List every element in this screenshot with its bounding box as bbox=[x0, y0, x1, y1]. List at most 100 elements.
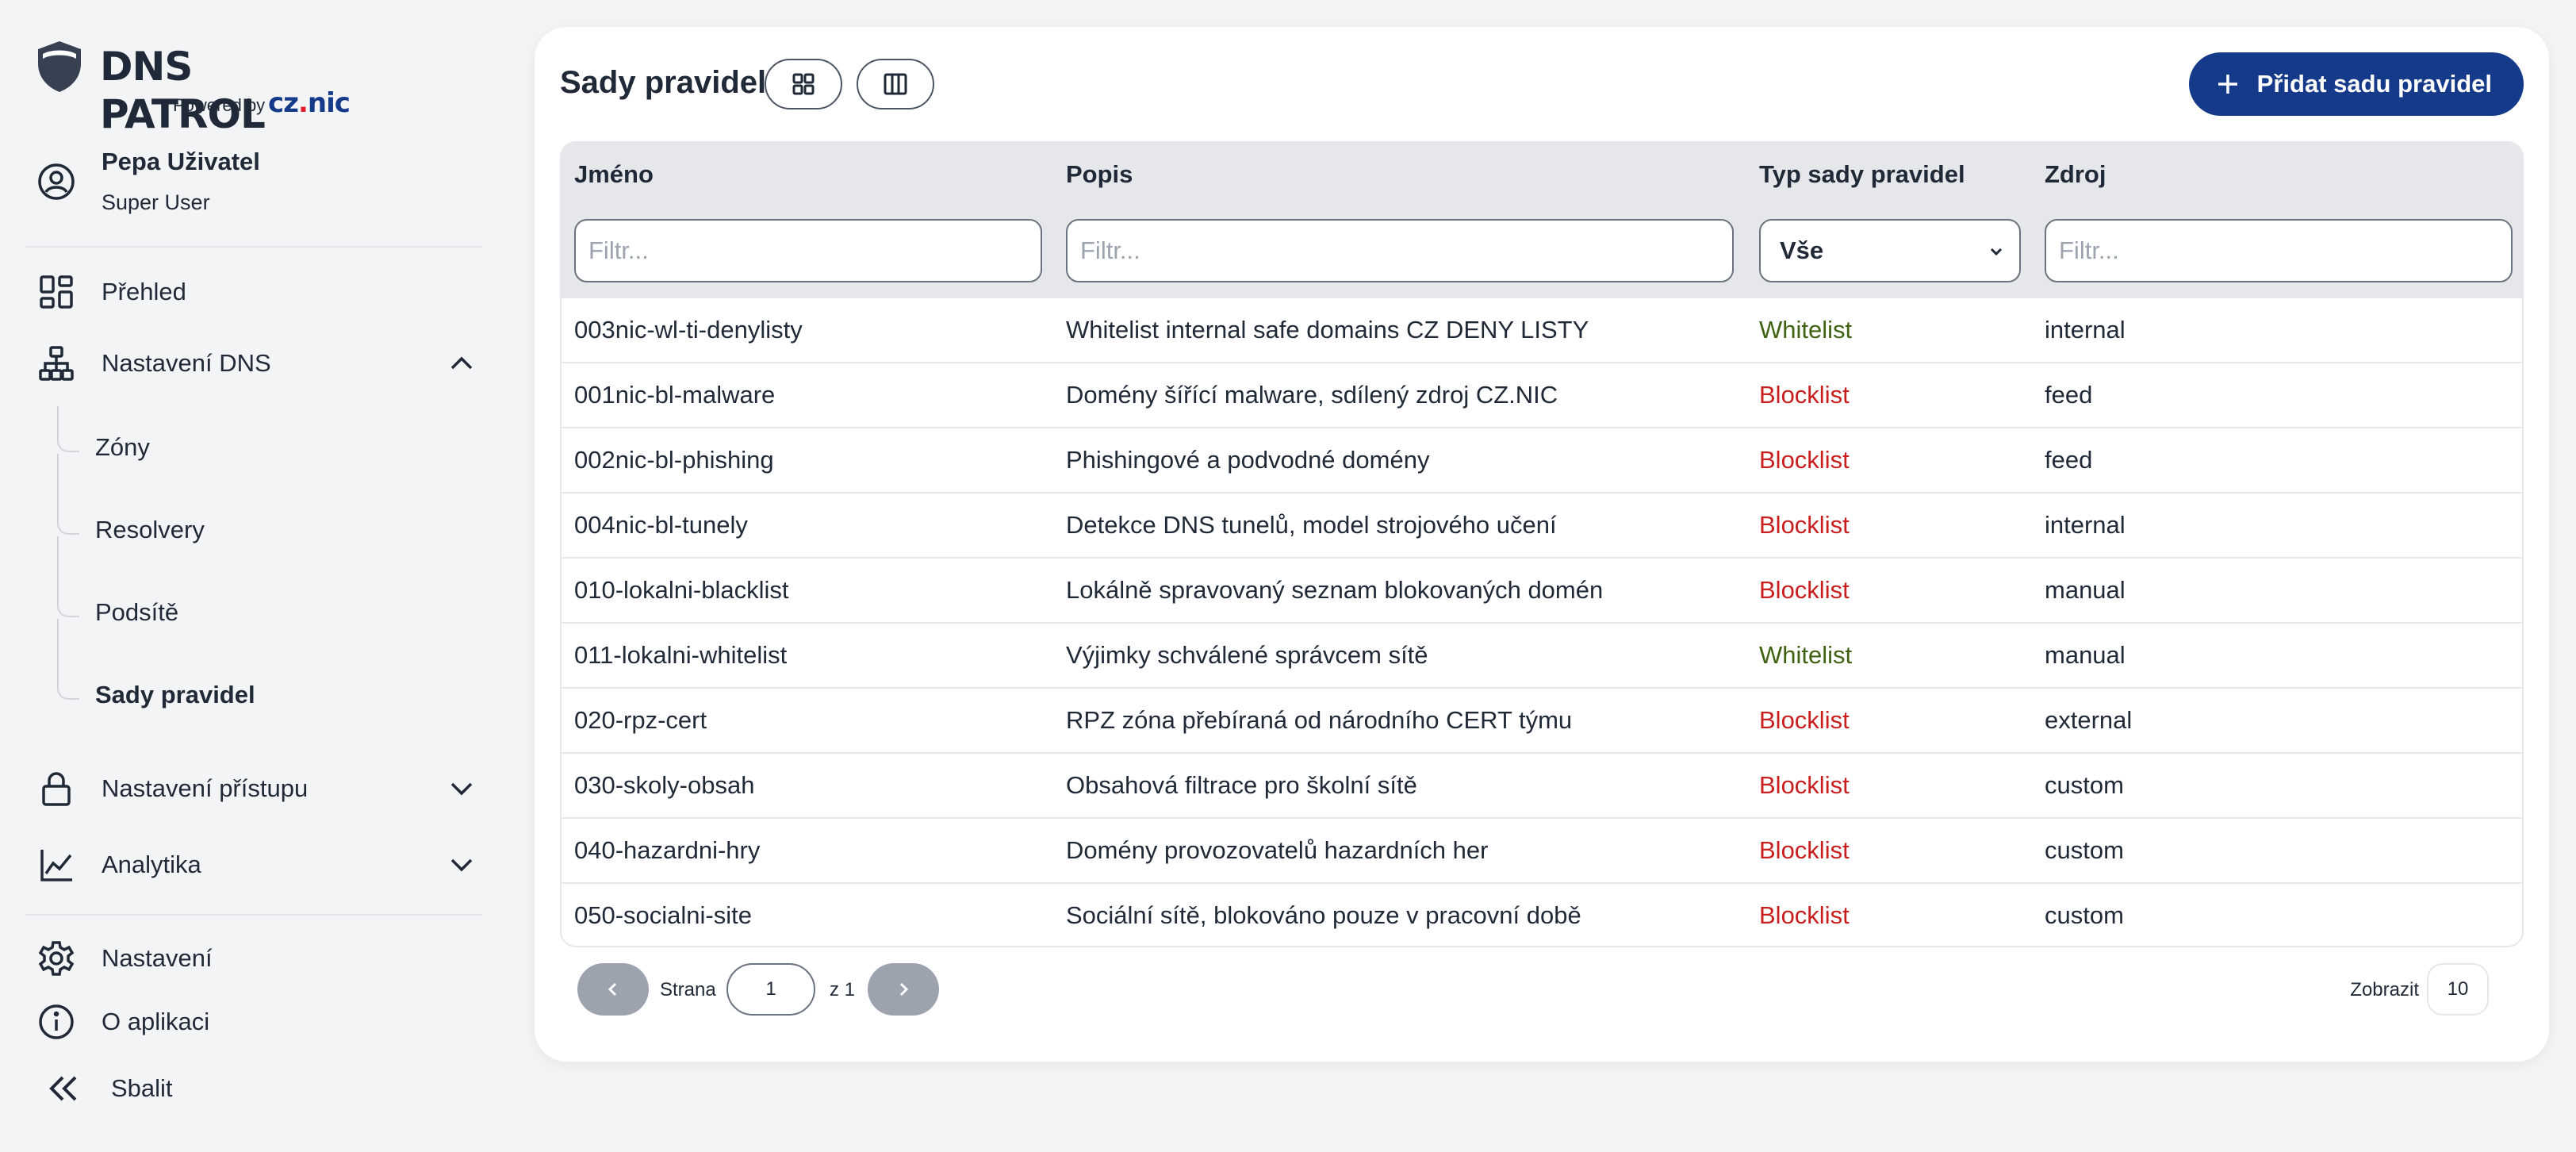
chevron-up-icon[interactable] bbox=[447, 349, 476, 378]
lock-icon bbox=[36, 769, 76, 808]
cell-type: Whitelist bbox=[1759, 641, 1853, 669]
cell-type: Blocklist bbox=[1759, 511, 1850, 539]
name-filter-input[interactable] bbox=[574, 219, 1042, 282]
sidebar-divider bbox=[25, 246, 482, 248]
cell-source: manual bbox=[2045, 576, 2126, 604]
sidebar-item-access-settings[interactable]: Nastavení přístupu bbox=[36, 765, 481, 812]
chevron-down-icon[interactable] bbox=[447, 774, 476, 803]
next-page-button[interactable] bbox=[868, 963, 939, 1016]
table-body: 003nic-wl-ti-denylisty Whitelist internal… bbox=[562, 298, 2522, 946]
chevron-down-icon[interactable] bbox=[447, 851, 476, 879]
user-name: Pepa Uživatel bbox=[102, 148, 260, 175]
columns-view-button[interactable] bbox=[857, 59, 934, 109]
cell-description: Výjimky schválené správcem sítě bbox=[1066, 641, 1428, 669]
table-row[interactable]: 030-skoly-obsah Obsahová filtrace pro ško… bbox=[562, 754, 2522, 819]
tree-connector bbox=[57, 536, 79, 617]
sidebar-item-settings[interactable]: Nastavení bbox=[36, 935, 481, 982]
source-filter-input[interactable] bbox=[2045, 219, 2513, 282]
table-row[interactable]: 002nic-bl-phishing Phishingové a podvodné… bbox=[562, 428, 2522, 493]
sidebar-subitem-subnets[interactable]: Podsítě bbox=[57, 536, 470, 638]
sidebar-item-dns-settings[interactable]: Nastavení DNS bbox=[36, 340, 481, 387]
sidebar-item-analytics[interactable]: Analytika bbox=[36, 841, 481, 889]
type-filter-value: Vše bbox=[1780, 236, 1824, 264]
cell-type: Whitelist bbox=[1759, 316, 1853, 344]
sidebar-subitem-zones[interactable]: Zóny bbox=[57, 424, 470, 473]
line-chart-icon bbox=[36, 845, 76, 885]
double-chevron-left-icon bbox=[44, 1069, 84, 1108]
cell-type: Blocklist bbox=[1759, 706, 1850, 734]
rulesets-table: Jméno Popis Typ sady pravidel Zdroj Vše … bbox=[560, 141, 2524, 947]
table-row[interactable]: 040-hazardni-hry Domény provozovatelů haz… bbox=[562, 819, 2522, 884]
prev-page-button[interactable] bbox=[577, 963, 649, 1016]
cell-name: 001nic-bl-malware bbox=[574, 381, 776, 409]
user-profile[interactable]: Pepa Uživatel Super User bbox=[36, 143, 481, 230]
column-header-name[interactable]: Jméno bbox=[574, 160, 654, 189]
sidebar-item-label: Analytika bbox=[102, 851, 201, 878]
sidebar: DNS PATROL Powered by cz.nic Pepa Uživat… bbox=[0, 0, 508, 1152]
cell-name: 002nic-bl-phishing bbox=[574, 446, 774, 474]
page-number-input[interactable]: 1 bbox=[726, 963, 815, 1016]
column-header-type[interactable]: Typ sady pravidel bbox=[1759, 160, 1965, 189]
table-row[interactable]: 003nic-wl-ti-denylisty Whitelist internal… bbox=[562, 298, 2522, 363]
type-filter-select[interactable]: Vše bbox=[1759, 219, 2021, 282]
cell-name: 050-socialni-site bbox=[574, 901, 752, 929]
powered-by-label: Powered by bbox=[173, 95, 266, 115]
sidebar-item-label: Sbalit bbox=[111, 1074, 173, 1102]
cell-type: Blocklist bbox=[1759, 446, 1850, 474]
sidebar-item-label: O aplikaci bbox=[102, 1008, 210, 1035]
sidebar-subitem-label: Podsítě bbox=[95, 598, 179, 626]
page-size-select[interactable]: 10 bbox=[2427, 963, 2489, 1016]
table-row[interactable]: 050-socialni-site Sociální sítě, blokován… bbox=[562, 884, 2522, 946]
cell-name: 010-lokalni-blacklist bbox=[574, 576, 789, 604]
sidebar-item-overview[interactable]: Přehled bbox=[36, 268, 481, 316]
grid-icon bbox=[792, 73, 815, 95]
table-row[interactable]: 004nic-bl-tunely Detekce DNS tunelů, mode… bbox=[562, 493, 2522, 559]
sidebar-item-about[interactable]: O aplikaci bbox=[36, 998, 481, 1046]
column-header-description[interactable]: Popis bbox=[1066, 160, 1133, 189]
app-logo[interactable]: DNS PATROL Powered by cz.nic bbox=[36, 38, 370, 137]
cell-type: Blocklist bbox=[1759, 381, 1850, 409]
sidebar-subitem-label: Zóny bbox=[95, 433, 150, 461]
cell-source: internal bbox=[2045, 316, 2126, 344]
table-row[interactable]: 001nic-bl-malware Domény šířící malware, … bbox=[562, 363, 2522, 428]
cell-name: 004nic-bl-tunely bbox=[574, 511, 748, 539]
cell-source: custom bbox=[2045, 901, 2124, 929]
cell-description: Whitelist internal safe domains CZ DENY … bbox=[1066, 316, 1589, 344]
sidebar-subitem-resolvers[interactable]: Resolvery bbox=[57, 454, 470, 555]
cell-type: Blocklist bbox=[1759, 901, 1850, 929]
add-ruleset-button[interactable]: Přidat sadu pravidel bbox=[2188, 52, 2524, 116]
cell-name: 030-skoly-obsah bbox=[574, 771, 755, 799]
cell-description: Obsahová filtrace pro školní sítě bbox=[1066, 771, 1417, 799]
chevron-right-icon bbox=[899, 982, 909, 996]
sidebar-collapse-button[interactable]: Sbalit bbox=[36, 1065, 481, 1112]
sidebar-divider bbox=[25, 914, 482, 916]
grid-view-button[interactable] bbox=[765, 59, 842, 109]
column-header-source[interactable]: Zdroj bbox=[2045, 160, 2106, 189]
plus-icon bbox=[2218, 75, 2237, 94]
sidebar-subitem-rulesets[interactable]: Sady pravidel bbox=[57, 619, 470, 720]
cell-source: custom bbox=[2045, 836, 2124, 864]
cell-description: Lokálně spravovaný seznam blokovaných do… bbox=[1066, 576, 1604, 604]
tree-connector bbox=[57, 619, 79, 700]
cell-name: 040-hazardni-hry bbox=[574, 836, 761, 864]
cell-description: Sociální sítě, blokováno pouze v pracovn… bbox=[1066, 901, 1581, 929]
table-row[interactable]: 010-lokalni-blacklist Lokálně spravovaný … bbox=[562, 559, 2522, 624]
cell-source: feed bbox=[2045, 381, 2093, 409]
table-row[interactable]: 011-lokalni-whitelist Výjimky schválené s… bbox=[562, 624, 2522, 689]
sidebar-item-label: Přehled bbox=[102, 278, 186, 305]
description-filter-input[interactable] bbox=[1066, 219, 1734, 282]
rulesets-card: Sady pravidel Přidat sadu pravidel Jméno… bbox=[535, 27, 2549, 1062]
cell-name: 011-lokalni-whitelist bbox=[574, 641, 788, 669]
cell-source: manual bbox=[2045, 641, 2126, 669]
add-ruleset-label: Přidat sadu pravidel bbox=[2256, 70, 2492, 98]
company-logo-part1: cz bbox=[268, 87, 299, 119]
cell-description: Domény šířící malware, sdílený zdroj CZ.… bbox=[1066, 381, 1558, 409]
cell-name: 020-rpz-cert bbox=[574, 706, 707, 734]
table-row[interactable]: 020-rpz-cert RPZ zóna přebíraná od národn… bbox=[562, 689, 2522, 754]
gear-icon bbox=[36, 939, 76, 978]
page-count-label: z 1 bbox=[830, 979, 856, 1000]
sidebar-item-label: Nastavení přístupu bbox=[102, 774, 309, 802]
network-tree-icon bbox=[36, 344, 76, 383]
sidebar-item-label: Nastavení bbox=[102, 944, 213, 972]
table-header: Jméno Popis Typ sady pravidel Zdroj Vše bbox=[562, 143, 2522, 298]
